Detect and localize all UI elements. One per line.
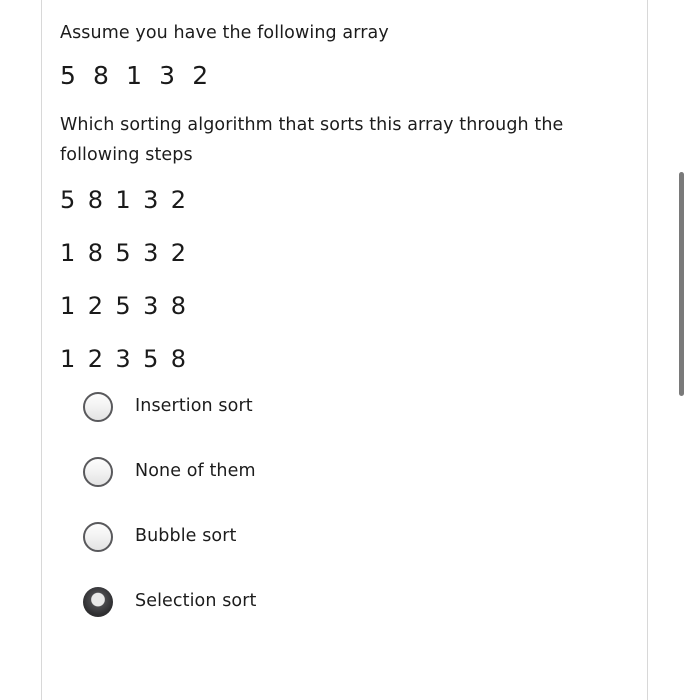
option-label: Selection sort xyxy=(135,591,257,611)
option-label: Bubble sort xyxy=(135,526,237,546)
sorting-step-line: 5 8 1 3 2 xyxy=(60,186,189,214)
option-label: None of them xyxy=(135,461,256,481)
sorting-step-line: 1 8 5 3 2 xyxy=(60,239,189,267)
vertical-scrollbar[interactable] xyxy=(677,0,687,700)
radio-button-icon[interactable] xyxy=(83,392,113,422)
initial-array-value: 5 8 1 3 2 xyxy=(60,61,213,90)
option-none-of-them[interactable]: None of them xyxy=(60,453,560,518)
question-prompt-text: Which sorting algorithm that sorts this … xyxy=(60,115,570,165)
option-insertion-sort[interactable]: Insertion sort xyxy=(60,388,560,453)
answer-options-list: Insertion sort None of them Bubble sort … xyxy=(60,388,560,648)
sorting-step-line: 1 2 5 3 8 xyxy=(60,292,189,320)
page-background: Assume you have the following array 5 8 … xyxy=(0,0,691,700)
question-content: Assume you have the following array 5 8 … xyxy=(60,0,635,700)
prompt-intro-text: Assume you have the following array xyxy=(60,23,389,43)
option-label: Insertion sort xyxy=(135,396,253,416)
radio-button-icon[interactable] xyxy=(83,522,113,552)
option-selection-sort[interactable]: Selection sort xyxy=(60,583,560,648)
radio-button-selected-icon[interactable] xyxy=(83,587,113,617)
radio-button-icon[interactable] xyxy=(83,457,113,487)
option-bubble-sort[interactable]: Bubble sort xyxy=(60,518,560,583)
sorting-steps-list: 5 8 1 3 2 1 8 5 3 2 1 2 5 3 8 1 2 3 5 8 xyxy=(60,186,460,398)
question-card: Assume you have the following array 5 8 … xyxy=(41,0,648,700)
scrollbar-thumb[interactable] xyxy=(679,172,684,396)
